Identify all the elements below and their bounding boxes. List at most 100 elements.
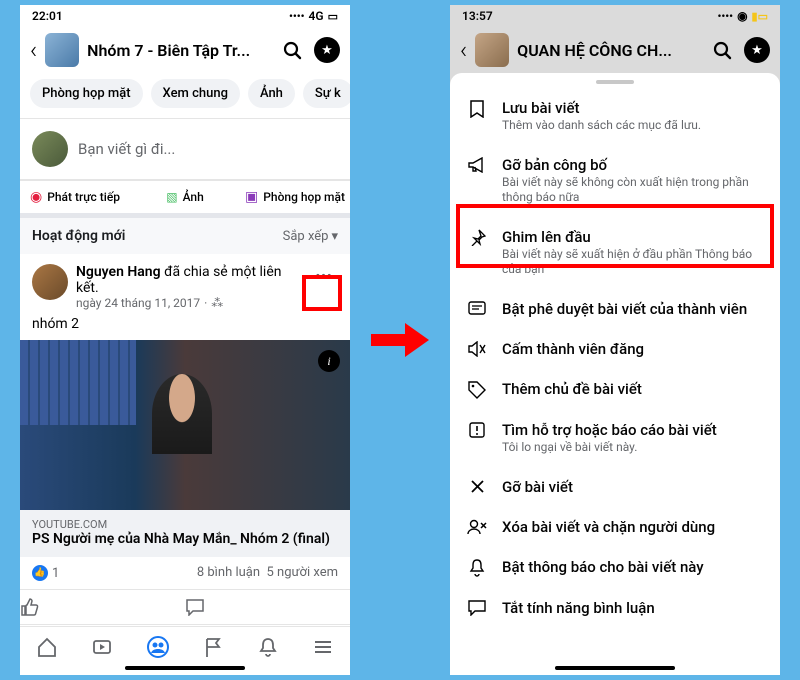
live-label: Phát trực tiếp [47,190,120,204]
groups-tab[interactable] [146,635,170,659]
room-label: Phòng họp mặt [263,190,345,204]
like-count[interactable]: 👍 1 [32,565,59,581]
block-user-icon [466,519,488,535]
bell-icon [466,559,488,577]
post-action-bar [20,590,350,625]
comment-button[interactable] [185,590,350,624]
pin-icon [466,229,488,246]
home-indicator[interactable] [125,666,245,670]
shield-star-icon[interactable]: ★ [744,37,770,63]
group-name[interactable]: QUAN HỆ CÔNG CH... [517,41,700,60]
activity-title: Hoạt động mới [32,228,125,244]
group-thumbnail[interactable] [475,33,509,67]
menu-unpublish[interactable]: Gỡ bản công bốBài viết này sẽ không còn … [450,145,780,217]
photo-button[interactable]: ▧ Ảnh [130,181,240,213]
video-background [20,340,136,425]
video-thumbnail[interactable]: i [20,340,350,510]
video-subject [152,374,212,454]
status-time: 13:57 [462,9,493,23]
sheet-handle[interactable] [596,80,634,84]
megaphone-icon [466,157,488,173]
battery-icon: ▭ [328,10,338,23]
report-icon [466,422,488,438]
composer-placeholder: Bạn viết gì đi... [78,140,175,158]
search-icon[interactable] [278,36,306,64]
search-icon[interactable] [708,36,736,64]
menu-report[interactable]: Tìm hỗ trợ hoặc báo cáo bài viếtTôi lo n… [450,410,780,467]
room-button[interactable]: ▣ Phòng họp mặt [240,181,350,213]
group-header: ‹ Nhóm 7 - Biên Tập Tr... ★ [20,27,350,73]
action-sheet: Lưu bài viếtThêm vào danh sách các mục đ… [450,73,780,675]
back-icon[interactable]: ‹ [30,36,37,64]
wifi-icon: ◉ [737,9,747,23]
menu-add-topic[interactable]: Thêm chủ đề bài viết [450,369,780,410]
user-avatar [32,131,68,167]
chip-room[interactable]: Phòng họp mặt [30,79,143,108]
chevron-down-icon: ▾ [331,229,338,244]
filter-chips: Phòng họp mặt Xem chung Ảnh Sự k [20,73,350,119]
menu-tab[interactable] [312,636,334,658]
post-reactions: 👍 1 8 bình luận 5 người xem [20,557,350,590]
camera-icon: ◉ [30,189,42,205]
photo-label: Ảnh [183,190,204,204]
status-bar: 22:01 •••• 4G ▭ [20,5,350,27]
post-caption: nhóm 2 [20,314,350,340]
menu-pin-top[interactable]: Ghim lên đầuBài viết này sẽ xuất hiện ở … [450,217,780,289]
menu-disable-comments[interactable]: Tắt tính năng bình luận [450,588,780,628]
group-name[interactable]: Nhóm 7 - Biên Tập Tr... [87,41,270,60]
back-icon[interactable]: ‹ [460,36,467,64]
tag-icon [466,381,488,399]
menu-remove-post[interactable]: Gỡ bài viết [450,467,780,507]
info-icon[interactable]: i [318,350,340,372]
bookmark-icon [466,100,488,118]
menu-mute-member[interactable]: Cấm thành viên đăng [450,329,780,369]
arrow-indicator [371,320,429,360]
activity-header: Hoạt động mới Sắp xếp▾ [20,218,350,254]
battery-icon: ▮▭ [752,10,768,23]
close-icon [466,479,488,494]
post-author-line: Nguyen Hang đã chia sẻ một liên kết. [76,264,302,296]
menu-save-post[interactable]: Lưu bài viếtThêm vào danh sách các mục đ… [450,88,780,145]
flag-tab[interactable] [202,636,224,658]
group-icon: ⁂ [211,296,223,310]
network-label: 4G [309,9,324,23]
signal-icon: •••• [289,10,305,23]
group-header: ‹ QUAN HỆ CÔNG CH... ★ [450,27,780,73]
live-button[interactable]: ◉ Phát trực tiếp [20,181,130,213]
post-stats[interactable]: 8 bình luận 5 người xem [197,565,338,581]
link-source: YOUTUBE.COM [32,518,338,531]
sort-button[interactable]: Sắp xếp▾ [283,228,338,244]
group-thumbnail[interactable] [45,33,79,67]
shield-star-icon[interactable]: ★ [314,37,340,63]
status-time: 22:01 [32,9,63,23]
link-preview[interactable]: YOUTUBE.COM PS Người mẹ của Nhà May Mắn_… [20,510,350,557]
menu-approve[interactable]: Bật phê duyệt bài viết của thành viên [450,289,780,329]
video-icon: ▣ [245,189,258,205]
phone-left: 22:01 •••• 4G ▭ ‹ Nhóm 7 - Biên Tập Tr..… [20,5,350,675]
link-title: PS Người mẹ của Nhà May Mắn_ Nhóm 2 (fin… [32,531,338,547]
post-avatar[interactable] [32,264,68,300]
notifications-tab[interactable] [257,636,279,658]
post-header: Nguyen Hang đã chia sẻ một liên kết. ngà… [20,254,350,314]
approve-icon [466,301,488,315]
status-right: •••• ◉ ▮▭ [717,9,768,23]
menu-block-user[interactable]: Xóa bài viết và chặn người dùng [450,507,780,547]
status-bar: 13:57 •••• ◉ ▮▭ [450,5,780,27]
chip-events[interactable]: Sự k [303,79,350,108]
post-more-button[interactable]: ••• [310,264,338,288]
status-right: •••• 4G ▭ [289,9,338,23]
composer[interactable]: Bạn viết gì đi... [20,119,350,180]
mute-icon [466,341,488,357]
signal-icon: •••• [717,10,733,23]
post-timestamp: ngày 24 tháng 11, 2017 · ⁂ [76,296,302,310]
watch-tab[interactable] [91,636,113,658]
home-tab[interactable] [36,636,58,658]
chip-photos[interactable]: Ảnh [248,79,295,108]
bottom-tabbar [20,626,350,663]
home-indicator[interactable] [555,666,675,670]
like-button[interactable] [20,590,185,624]
post-meta: Nguyen Hang đã chia sẻ một liên kết. ngà… [76,264,302,310]
image-icon: ▧ [166,190,177,204]
menu-notifications[interactable]: Bật thông báo cho bài viết này [450,547,780,588]
chip-watch[interactable]: Xem chung [151,79,240,108]
